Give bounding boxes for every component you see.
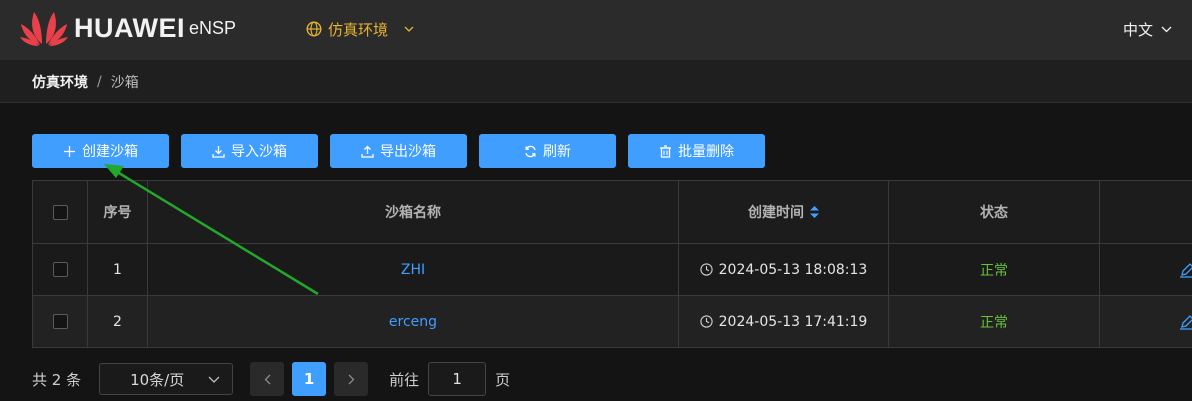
import-sandbox-button[interactable]: 导入沙箱 xyxy=(181,134,318,168)
breadcrumb-current: 沙箱 xyxy=(110,75,139,91)
import-sandbox-label: 导入沙箱 xyxy=(231,144,287,160)
batch-delete-label: 批量删除 xyxy=(678,144,734,160)
clock-icon xyxy=(699,263,713,276)
page-unit-label: 页 xyxy=(495,370,511,389)
export-sandbox-button[interactable]: 导出沙箱 xyxy=(330,134,467,168)
top-navigation-bar: HUAWEI eNSP 仿真环境 中文 xyxy=(0,0,1192,60)
language-menu[interactable]: 中文 xyxy=(1123,19,1172,40)
breadcrumb-bar: 仿真环境 / 沙箱 xyxy=(0,60,1192,103)
row-name-cell: erceng xyxy=(148,296,679,347)
row-created-time: 2024-05-13 18:08:13 xyxy=(718,261,868,278)
row-index: 2 xyxy=(88,296,148,347)
edit-icon[interactable] xyxy=(1179,262,1192,278)
status-column-header: 状态 xyxy=(889,181,1100,243)
chevron-down-icon xyxy=(1161,26,1172,33)
page-size-select[interactable]: 10条/页 xyxy=(99,363,234,395)
brand-name: HUAWEI xyxy=(74,13,185,43)
sandbox-name-link[interactable]: erceng xyxy=(389,314,437,330)
edit-icon[interactable] xyxy=(1179,314,1192,330)
row-created-cell: 2024-05-13 17:41:19 xyxy=(679,296,889,347)
row-index: 1 xyxy=(88,244,148,295)
sandbox-name-link[interactable]: ZHI xyxy=(401,262,425,278)
upload-icon xyxy=(361,145,374,158)
trash-icon xyxy=(660,144,671,158)
toolbar: 创建沙箱 导入沙箱 导出沙箱 刷新 批量删除 xyxy=(32,134,777,168)
chevron-down-icon xyxy=(404,26,414,32)
language-label: 中文 xyxy=(1122,21,1153,39)
globe-icon xyxy=(306,21,322,37)
chevron-right-icon xyxy=(348,374,355,384)
clock-icon xyxy=(699,315,713,328)
created-column-label: 创建时间 xyxy=(748,205,804,221)
status-badge: 正常 xyxy=(980,314,1008,331)
total-count: 共 2 条 xyxy=(32,370,82,389)
row-status-cell: 正常 xyxy=(889,244,1100,295)
batch-delete-button[interactable]: 批量删除 xyxy=(628,134,765,168)
breadcrumb: 仿真环境 / 沙箱 xyxy=(32,72,139,92)
sandbox-table: 序号 沙箱名称 创建时间 状态 1 ZHI 2024-05-13 18:08:1… xyxy=(32,180,1192,348)
refresh-icon xyxy=(525,145,536,157)
name-column-header: 沙箱名称 xyxy=(148,181,679,243)
page-number-button[interactable]: 1 xyxy=(292,362,327,396)
env-menu[interactable]: 仿真环境 xyxy=(306,17,414,41)
next-page-button[interactable] xyxy=(334,362,369,396)
row-created-cell: 2024-05-13 18:08:13 xyxy=(679,244,889,295)
chevron-down-icon xyxy=(208,376,220,383)
row-checkbox[interactable] xyxy=(52,262,68,277)
refresh-button[interactable]: 刷新 xyxy=(479,134,616,168)
table-header-row: 序号 沙箱名称 创建时间 状态 xyxy=(32,181,1192,244)
huawei-logo-icon xyxy=(20,12,68,46)
status-badge: 正常 xyxy=(980,262,1008,279)
goto-page-input[interactable]: 1 xyxy=(428,362,487,396)
created-column-header[interactable]: 创建时间 xyxy=(679,181,889,243)
operation-column-header xyxy=(1100,181,1192,243)
row-operation-cell xyxy=(1100,296,1192,347)
plus-icon xyxy=(64,145,75,157)
breadcrumb-root[interactable]: 仿真环境 xyxy=(32,72,88,92)
index-column-header: 序号 xyxy=(88,181,148,243)
product-name: eNSP xyxy=(189,18,237,38)
row-operation-cell xyxy=(1100,244,1192,295)
select-all-checkbox[interactable] xyxy=(52,204,68,220)
export-sandbox-label: 导出沙箱 xyxy=(380,144,436,160)
select-all-cell xyxy=(32,181,88,243)
sort-icon[interactable] xyxy=(810,206,819,218)
chevron-left-icon xyxy=(264,374,271,384)
refresh-label: 刷新 xyxy=(543,144,571,160)
row-created-time: 2024-05-13 17:41:19 xyxy=(718,313,868,330)
row-checkbox[interactable] xyxy=(52,314,68,329)
pagination: 共 2 条 10条/页 1 前往 1 页 xyxy=(32,362,510,396)
create-sandbox-label: 创建沙箱 xyxy=(82,144,138,160)
row-name-cell: ZHI xyxy=(148,244,679,295)
page-size-value: 10条/页 xyxy=(130,370,185,389)
row-select-cell xyxy=(32,244,88,295)
breadcrumb-separator: / xyxy=(97,74,102,90)
table-row: 2 erceng 2024-05-13 17:41:19 正常 xyxy=(32,296,1192,348)
row-select-cell xyxy=(32,296,88,347)
prev-page-button[interactable] xyxy=(250,362,285,396)
row-status-cell: 正常 xyxy=(889,296,1100,347)
goto-label: 前往 xyxy=(389,370,420,389)
create-sandbox-button[interactable]: 创建沙箱 xyxy=(32,134,169,168)
table-row: 1 ZHI 2024-05-13 18:08:13 正常 xyxy=(32,244,1192,296)
download-icon xyxy=(212,145,225,158)
env-menu-label: 仿真环境 xyxy=(328,20,389,39)
